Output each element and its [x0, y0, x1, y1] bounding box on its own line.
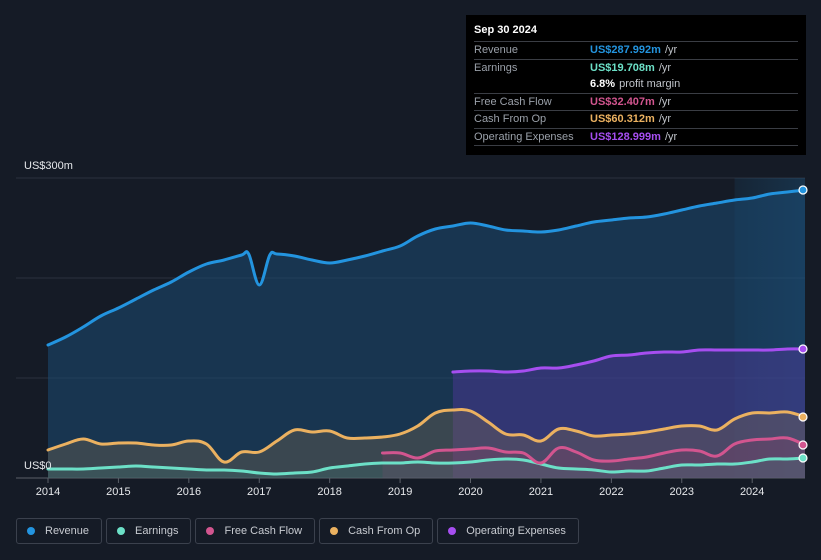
tooltip-row-value: US$32.407m	[590, 95, 655, 108]
x-tick-label: 2018	[317, 486, 341, 498]
tooltip-row-label	[474, 76, 590, 93]
tooltip-rows: Revenue US$287.992m/yr Earnings US$19.708m /…	[474, 41, 798, 146]
legend-item-earnings[interactable]: Earnings	[106, 518, 192, 544]
tooltip-row-label: Earnings	[474, 61, 518, 74]
legend-label: Operating Expenses	[466, 525, 566, 537]
tooltip-row-label: Revenue	[474, 44, 519, 56]
tooltip-row: Earnings US$19.708m/yr	[474, 58, 798, 77]
legend-item-revenue[interactable]: Revenue	[16, 518, 103, 544]
legend-dot-icon	[448, 527, 457, 535]
tooltip-row-unit: profit margin	[619, 78, 681, 90]
x-tick-label: 2022	[599, 486, 623, 498]
tooltip-row-value: US$19.708m	[590, 61, 655, 74]
x-axis: 2014 2015 2016 2017 2018 2019 2020 2021 2022 2023…	[36, 478, 764, 498]
tooltip-date: Sep 30 2024	[474, 24, 537, 36]
tooltip-row-unit: /yr	[658, 113, 672, 125]
x-tick-label: 2017	[247, 486, 271, 498]
tooltip-row: 6.8% profit margin	[474, 76, 798, 93]
y-tick-label-zero: US$0	[24, 460, 52, 472]
tooltip-row-unit: /yr	[658, 61, 672, 74]
x-tick-label: 2014	[36, 486, 60, 498]
tooltip-row-value: US$287.992m	[590, 44, 661, 56]
x-tick-label: 2024	[740, 486, 764, 498]
endpoint-earnings	[798, 453, 808, 463]
legend-label: Free Cash Flow	[224, 525, 303, 537]
tooltip-row-value: US$128.999m	[590, 130, 661, 143]
tooltip-row: Cash From Op US$60.312m/yr	[474, 110, 798, 128]
tooltip-row-unit: /yr	[664, 130, 678, 143]
legend: Revenue Earnings Free Cash Flow Cash From O…	[16, 518, 579, 544]
tooltip-row-unit: /yr	[658, 95, 672, 108]
x-tick-label: 2021	[529, 486, 553, 498]
tooltip-row-value: US$60.312m	[590, 113, 655, 125]
tooltip-row-value: 6.8%	[590, 78, 616, 90]
legend-dot-icon	[206, 527, 215, 535]
tooltip-row-label: Free Cash Flow	[474, 95, 552, 108]
legend-label: Earnings	[135, 525, 179, 537]
legend-item-operating-expenses[interactable]: Operating Expenses	[437, 518, 579, 544]
x-tick-label: 2015	[106, 486, 130, 498]
tooltip-panel: Sep 30 2024 Revenue US$287.992m/yr Earning…	[466, 15, 806, 155]
legend-dot-icon	[330, 527, 339, 535]
legend-item-cash-from-op[interactable]: Cash From Op	[319, 518, 434, 544]
legend-dot-icon	[117, 527, 126, 535]
x-tick-label: 2019	[388, 486, 412, 498]
tooltip-row-label: Cash From Op	[474, 113, 547, 125]
legend-item-free-cash-flow[interactable]: Free Cash Flow	[195, 518, 316, 544]
tooltip-row: Operating Expenses US$128.999m/yr	[474, 127, 798, 146]
x-tick-label: 2016	[177, 486, 201, 498]
tooltip-row: Revenue US$287.992m/yr	[474, 41, 798, 59]
endpoint-free-cash-flow	[798, 440, 808, 450]
tooltip-row: Free Cash Flow US$32.407m/yr	[474, 92, 798, 111]
endpoint-revenue	[798, 185, 808, 195]
y-tick-label-max: US$300m	[24, 160, 73, 172]
tooltip-row-unit: /yr	[664, 44, 678, 56]
legend-dot-icon	[27, 527, 35, 535]
endpoint-operating-expenses	[798, 344, 808, 354]
x-tick-label: 2020	[458, 486, 482, 498]
legend-label: Revenue	[45, 525, 90, 537]
tooltip-row-label: Operating Expenses	[474, 130, 574, 143]
endpoint-cash-from-op	[798, 412, 808, 422]
legend-label: Cash From Op	[348, 525, 421, 537]
x-tick-label: 2023	[670, 486, 694, 498]
